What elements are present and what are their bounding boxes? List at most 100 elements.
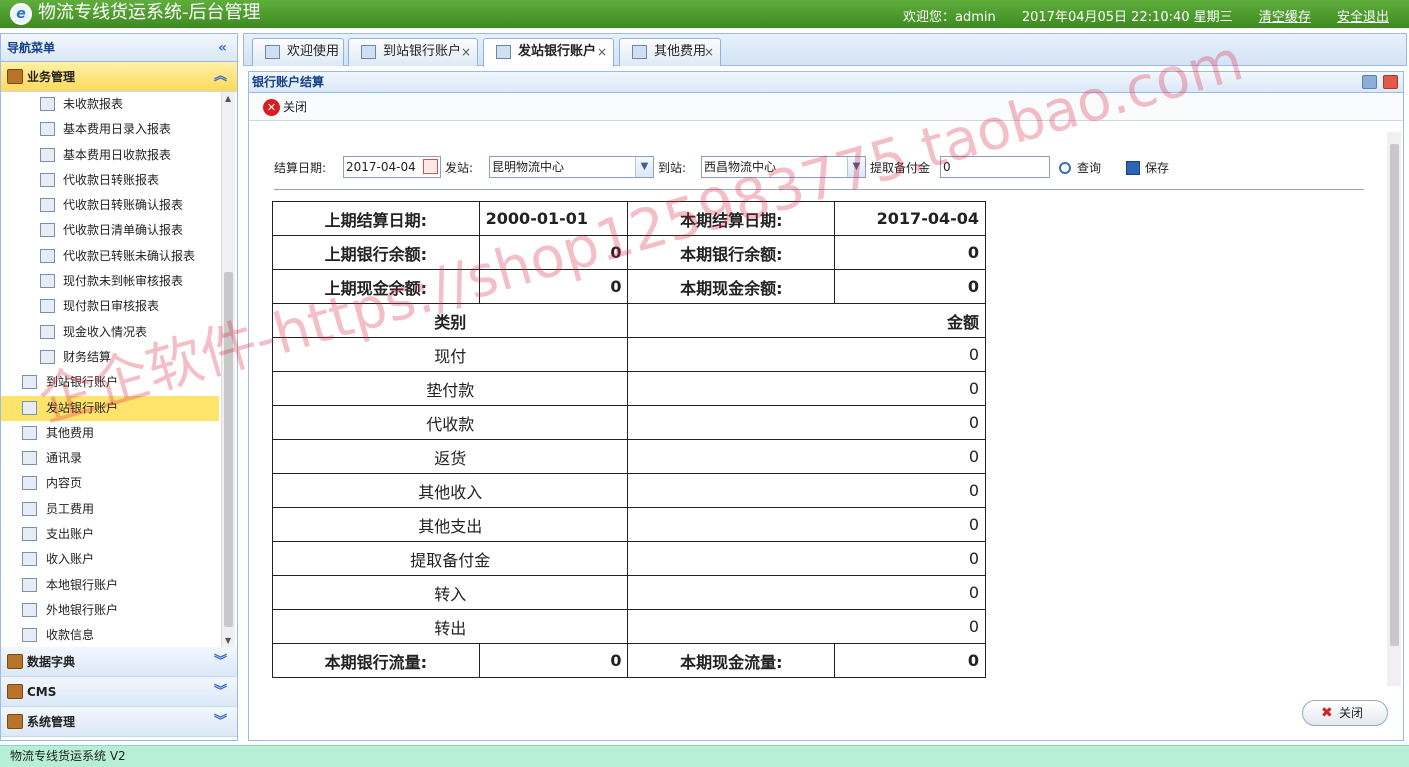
tab-departure-bank[interactable]: 发站银行账户 ×: [483, 38, 614, 67]
tab-label: 其他费用: [654, 44, 707, 59]
sidebar-item-basic-fee-collect[interactable]: 基本费用日收款报表: [1, 143, 237, 168]
sidebar-item-remote-bank[interactable]: 外地银行账户: [1, 598, 237, 623]
cash-register-icon: [40, 324, 55, 339]
sidebar-item-unpaid-report[interactable]: 未收款报表: [1, 92, 237, 117]
group-data-dictionary[interactable]: 数据字典 ︾: [1, 647, 237, 677]
footer-close-button[interactable]: ✖ 关闭: [1302, 700, 1388, 726]
query-button[interactable]: 查询: [1059, 156, 1101, 180]
amount-cell: 0: [627, 575, 986, 610]
sidebar-item-cash-income[interactable]: 现金收入情况表: [1, 320, 237, 345]
close-panel-icon[interactable]: [1383, 75, 1398, 89]
sidebar-item-label: 财务结算: [63, 349, 112, 364]
panel-scrollbar[interactable]: [1387, 132, 1401, 686]
category-cell: 垫付款: [271, 371, 629, 406]
sidebar-item-cod-unconfirmed[interactable]: 代收款已转账未确认报表: [1, 244, 237, 269]
collapse-sidebar-icon[interactable]: «: [218, 34, 227, 62]
from-station-label: 发站:: [445, 161, 474, 175]
sidebar-item-cash-daily-audit[interactable]: 现付款日审核报表: [1, 294, 237, 319]
datetime-text: 2017年04月05日 22:10:40 星期三: [1021, 10, 1233, 25]
panel-header: 银行账户结算: [249, 72, 1403, 93]
columns-icon: [40, 147, 55, 162]
settle-date-value: 2017-04-04: [346, 160, 416, 174]
sidebar-item-label: 代收款日转账确认报表: [63, 198, 184, 213]
sidebar-item-label: 现付款未到帐审核报表: [63, 274, 184, 289]
save-button[interactable]: 保存: [1126, 156, 1169, 180]
sidebar-header: 导航菜单 «: [1, 34, 237, 62]
sidebar-item-label: 到站银行账户: [46, 375, 119, 390]
from-station-select[interactable]: 昆明物流中心 ▼: [489, 156, 654, 178]
tab-other-fees[interactable]: 其他费用 ×: [619, 38, 721, 66]
chevron-down-icon[interactable]: ▼: [847, 157, 865, 177]
tab-arrival-bank[interactable]: 到站银行账户 ×: [348, 38, 478, 66]
minimize-icon[interactable]: [1362, 75, 1377, 89]
sidebar-scroll-thumb[interactable]: [224, 272, 233, 627]
settle-date-input[interactable]: 2017-04-04: [343, 156, 441, 178]
table-row: 垫付款 0: [271, 371, 986, 406]
sidebar-item-content-page[interactable]: 内容页: [1, 471, 237, 496]
amount-cell: 0: [627, 337, 986, 372]
sidebar-item-arrival-bank[interactable]: 到站银行账户: [1, 370, 237, 395]
scroll-up-icon[interactable]: ▲: [225, 94, 231, 103]
sidebar-item-label: 员工费用: [46, 501, 95, 516]
scroll-down-icon[interactable]: ▼: [225, 636, 231, 645]
bug-icon: [40, 274, 55, 289]
cur-date-value: 2017-04-04: [834, 201, 986, 236]
chevron-down-icon: ︾: [213, 654, 227, 669]
sidebar-item-payment-info[interactable]: 收款信息: [1, 623, 237, 647]
sidebar-item-basic-fee-entry[interactable]: 基本费用日录入报表: [1, 117, 237, 142]
close-icon[interactable]: ×: [461, 39, 471, 65]
group-cms[interactable]: CMS ︾: [1, 677, 237, 707]
sidebar-item-other-fees[interactable]: 其他费用: [1, 421, 237, 446]
panel-scroll-thumb[interactable]: [1390, 144, 1399, 646]
amount-cell: 0: [627, 371, 986, 406]
logout-link[interactable]: 安全退出: [1337, 10, 1389, 25]
category-cell: 提取备付金: [271, 541, 629, 576]
sidebar-item-contacts[interactable]: 通讯录: [1, 446, 237, 471]
sidebar-item-cash-pending-audit[interactable]: 现付款未到帐审核报表: [1, 269, 237, 294]
sidebar-item-label: 收款信息: [46, 628, 95, 643]
bank-account-icon: [22, 375, 37, 390]
report-icon: [40, 97, 55, 111]
sidebar-item-cod-transfer-confirm[interactable]: 代收款日转账确认报表: [1, 193, 237, 218]
to-station-select[interactable]: 西昌物流中心 ▼: [701, 156, 866, 178]
clear-cache-link[interactable]: 清空缓存: [1259, 10, 1311, 25]
query-label: 查询: [1077, 161, 1102, 175]
close-icon[interactable]: ×: [597, 39, 607, 65]
prev-date-value: 2000-01-01: [478, 201, 629, 236]
sidebar-scrollbar[interactable]: ▲ ▼: [221, 92, 235, 647]
group-system-admin[interactable]: 系统管理 ︾: [1, 707, 237, 737]
cur-cash-value: 0: [834, 269, 986, 304]
sidebar-item-local-bank[interactable]: 本地银行账户: [1, 573, 237, 598]
sidebar-item-income-account[interactable]: 收入账户: [1, 547, 237, 572]
prev-bank-label: 上期银行余额:: [272, 235, 480, 270]
toolbar-close-button[interactable]: ✕ 关闭: [263, 98, 307, 116]
document-icon: [22, 501, 37, 516]
coins-icon: [22, 425, 37, 440]
sidebar-item-staff-fees[interactable]: 员工费用: [1, 497, 237, 522]
table-row: 现付 0: [271, 337, 986, 372]
amount-cell: 0: [627, 609, 986, 644]
sidebar-item-label: 基本费用日录入报表: [63, 122, 172, 137]
sidebar-item-expense-account[interactable]: 支出账户: [1, 522, 237, 547]
group-business[interactable]: 业务管理 ︽: [1, 62, 237, 92]
status-bar: 物流专线货运系统 V2: [0, 745, 1409, 767]
group-business-label: 业务管理: [27, 70, 76, 84]
medal-icon: [40, 349, 55, 364]
sidebar-item-departure-bank[interactable]: 发站银行账户: [1, 395, 219, 421]
reserve-label: 提取备付金: [870, 161, 931, 175]
sidebar-item-label: 本地银行账户: [46, 577, 119, 592]
tab-welcome[interactable]: 欢迎使用: [252, 38, 344, 66]
sidebar-item-cod-list-confirm[interactable]: 代收款日清单确认报表: [1, 218, 237, 243]
toolbar-close-label: 关闭: [283, 100, 308, 114]
calendar-icon[interactable]: [423, 159, 438, 174]
close-circle-icon: ✕: [263, 99, 280, 116]
chevron-down-icon[interactable]: ▼: [635, 157, 653, 177]
bank-account-icon: [22, 400, 37, 415]
briefcase-icon: [7, 69, 23, 84]
sidebar-item-cod-transfer[interactable]: 代收款日转账报表: [1, 168, 237, 193]
close-icon[interactable]: ×: [704, 39, 714, 65]
header-right: 欢迎您：admin 2017年04月05日 22:10:40 星期三 清空缓存 …: [881, 6, 1389, 25]
sidebar-item-financial-settlement[interactable]: 财务结算: [1, 345, 237, 370]
sidebar-item-label: 代收款已转账未确认报表: [63, 248, 196, 263]
reserve-input[interactable]: 0: [940, 156, 1050, 178]
